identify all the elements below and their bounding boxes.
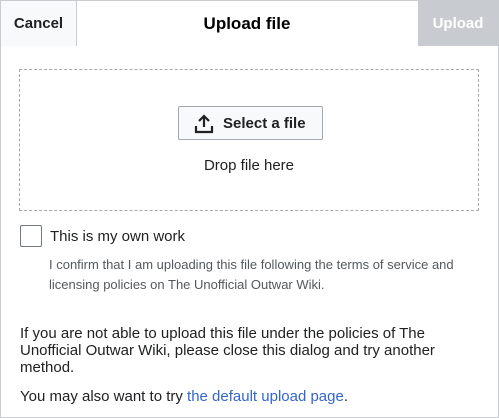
policy-notice: If you are not able to upload this file … (20, 325, 435, 376)
dialog-title: Upload file (203, 14, 291, 33)
upload-icon (194, 114, 214, 134)
select-file-label: Select a file (223, 115, 306, 132)
upload-dialog: Cancel Upload file Upload Select a file … (0, 0, 499, 418)
dialog-header: Cancel Upload file Upload (1, 1, 498, 46)
cancel-button[interactable]: Cancel (1, 1, 77, 46)
select-file-button[interactable]: Select a file (178, 106, 323, 140)
alternative-upload-notice: You may also want to try the default upl… (20, 388, 348, 405)
try-prefix-text: You may also want to try (20, 388, 188, 405)
file-drop-zone[interactable]: Select a file Drop file here (19, 69, 479, 211)
own-work-checkbox[interactable] (20, 225, 42, 247)
default-upload-page-link[interactable]: the default upload page (187, 388, 344, 405)
drop-file-text: Drop file here (203, 157, 295, 174)
try-suffix-text: . (343, 388, 349, 405)
license-confirmation-text: I confirm that I am uploading this file … (49, 257, 454, 292)
own-work-label[interactable]: This is my own work (50, 228, 185, 245)
upload-button[interactable]: Upload (418, 1, 498, 46)
